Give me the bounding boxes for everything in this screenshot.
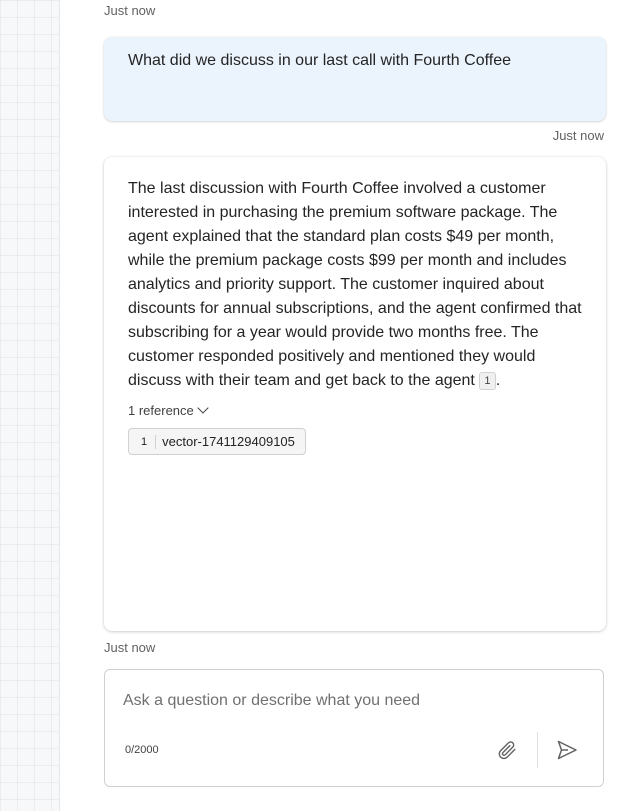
message-input[interactable] <box>123 692 583 710</box>
citation-marker[interactable]: 1 <box>478 372 496 390</box>
left-rail-grid <box>0 0 60 811</box>
timestamp-user-message: Just now <box>552 128 604 143</box>
bot-message-card: The last discussion with Fourth Coffee i… <box>104 157 606 631</box>
timestamp-top: Just now <box>104 3 156 18</box>
send-button[interactable] <box>553 736 581 764</box>
send-icon <box>557 740 577 760</box>
paperclip-icon <box>498 741 516 760</box>
reference-chip[interactable]: 1 vector-1741129409105 <box>128 428 306 455</box>
user-message-bubble: What did we discuss in our last call wit… <box>104 37 606 121</box>
user-message-text: What did we discuss in our last call wit… <box>128 52 511 69</box>
chevron-down-icon <box>197 402 209 414</box>
message-composer: 0/2000 <box>104 669 604 787</box>
character-counter: 0/2000 <box>125 744 159 756</box>
composer-divider <box>537 732 538 768</box>
bot-message-text-block: The last discussion with Fourth Coffee i… <box>128 177 586 393</box>
timestamp-bot-message: Just now <box>104 640 156 655</box>
bot-message-text: The last discussion with Fourth Coffee i… <box>128 180 582 389</box>
reference-number: 1 <box>129 434 157 449</box>
reference-name: vector-1741129409105 <box>162 434 295 449</box>
bot-message-end-punct: . <box>495 372 501 389</box>
references-toggle[interactable]: 1 reference <box>128 402 586 418</box>
attach-button[interactable] <box>493 736 521 764</box>
references-label: 1 reference <box>128 403 194 418</box>
